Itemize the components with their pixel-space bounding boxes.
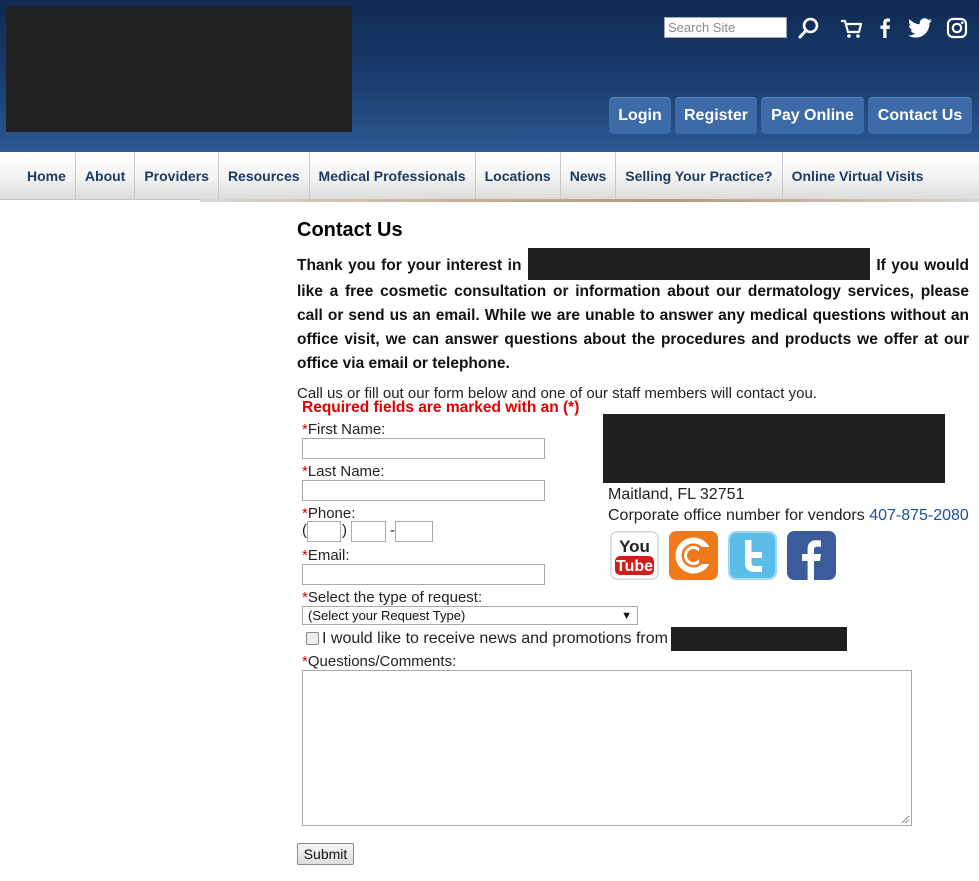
redacted-address [603, 414, 945, 483]
site-header: Login Register Pay Online Contact Us [0, 0, 979, 152]
nav-item-resources[interactable]: Resources [217, 152, 309, 200]
search-input[interactable] [664, 17, 787, 38]
svg-text:You: You [619, 537, 650, 556]
nav-item-providers[interactable]: Providers [134, 152, 218, 200]
twitter-icon[interactable] [907, 14, 935, 42]
contact-us-button[interactable]: Contact Us [868, 97, 972, 134]
corporate-phone-link[interactable]: 407-875-2080 [869, 507, 969, 524]
pay-online-button[interactable]: Pay Online [761, 97, 864, 134]
corporate-office-text: Corporate office number for vendors [608, 507, 865, 524]
phone-label: *Phone: [302, 505, 355, 522]
request-type-label-text: Select the type of request: [307, 589, 483, 606]
phone-area-code-input[interactable] [307, 521, 341, 542]
main-nav: Home About Providers Resources Medical P… [0, 152, 979, 200]
intro-paragraph: Thank you for your interest in If you wo… [297, 248, 969, 376]
comments-label: *Questions/Comments: [302, 653, 456, 670]
instagram-icon[interactable] [943, 14, 971, 42]
phone-close-paren: ) [342, 522, 347, 539]
twitter-icon[interactable] [728, 531, 777, 580]
news-promotions-checkbox[interactable] [306, 632, 319, 645]
last-name-label-text: Last Name: [307, 463, 385, 480]
phone-prefix-input[interactable] [351, 521, 386, 542]
dropdown-arrow-icon: ▼ [621, 609, 632, 622]
first-name-label-text: First Name: [307, 421, 386, 438]
nav-item-about[interactable]: About [74, 152, 134, 200]
corporate-office-line: Corporate office number for vendors 407-… [608, 507, 969, 525]
intro-text-before: Thank you for your interest in [297, 257, 522, 274]
nav-item-news[interactable]: News [559, 152, 616, 200]
comments-label-text: Questions/Comments: [307, 653, 457, 670]
comments-textarea[interactable] [302, 670, 912, 826]
email-label-text: Email: [307, 547, 350, 564]
last-name-label: *Last Name: [302, 463, 385, 480]
citysearch-icon[interactable] [669, 531, 718, 580]
facebook-icon[interactable] [787, 531, 836, 580]
required-fields-note: Required fields are marked with an (*) [302, 399, 580, 416]
request-type-selected: (Select your Request Type) [308, 608, 466, 623]
resize-grip-icon[interactable] [901, 815, 910, 824]
email-input[interactable] [302, 564, 545, 585]
page-title: Contact Us [297, 219, 403, 241]
register-button[interactable]: Register [675, 97, 757, 134]
phone-line-input[interactable] [395, 521, 433, 542]
first-name-label: *First Name: [302, 421, 385, 438]
submit-button[interactable]: Submit [297, 843, 354, 865]
news-promotions-label: I would like to receive news and promoti… [322, 630, 668, 647]
first-name-input[interactable] [302, 438, 545, 459]
redacted-practice-name [671, 627, 847, 651]
address-city-line: Maitland, FL 32751 [608, 486, 745, 503]
last-name-input[interactable] [302, 480, 545, 501]
main-content: Contact Us Thank you for your interest i… [297, 218, 969, 403]
header-buttons: Login Register Pay Online Contact Us [609, 97, 972, 134]
phone-label-text: Phone: [307, 505, 356, 522]
search-icon[interactable] [795, 14, 823, 42]
facebook-icon[interactable] [871, 14, 899, 42]
cart-icon[interactable] [837, 14, 865, 42]
request-type-select[interactable]: (Select your Request Type) ▼ [302, 606, 638, 625]
nav-item-online-virtual-visits[interactable]: Online Virtual Visits [781, 152, 933, 200]
youtube-icon[interactable]: You Tube [610, 531, 659, 580]
login-button[interactable]: Login [609, 97, 671, 134]
svg-text:Tube: Tube [616, 558, 653, 575]
nav-item-medical-professionals[interactable]: Medical Professionals [308, 152, 475, 200]
nav-item-home[interactable]: Home [18, 152, 75, 200]
redacted-logo[interactable] [6, 6, 352, 132]
nav-item-locations[interactable]: Locations [474, 152, 560, 200]
banner-strip [200, 199, 979, 202]
nav-item-selling-your-practice[interactable]: Selling Your Practice? [615, 152, 781, 200]
redacted-practice-name [527, 248, 870, 280]
request-type-label: *Select the type of request: [302, 589, 482, 606]
email-label: *Email: [302, 547, 350, 564]
